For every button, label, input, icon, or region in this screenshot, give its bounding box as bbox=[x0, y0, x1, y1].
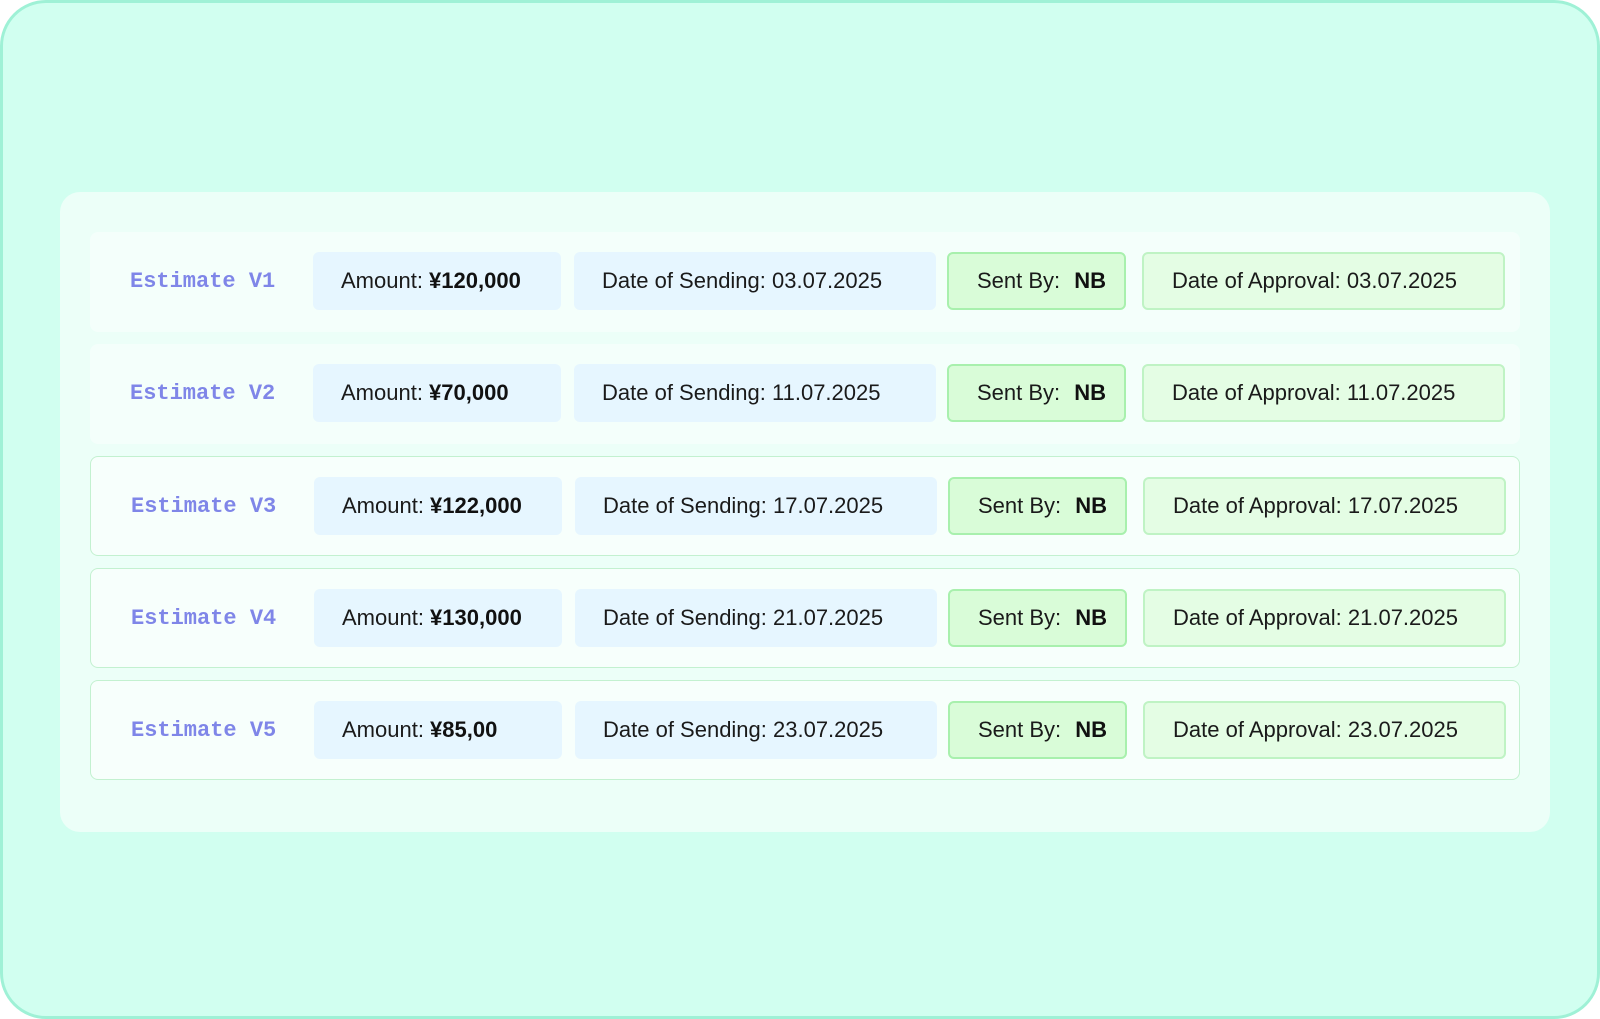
amount-chip: Amount: ¥120,000 bbox=[313, 252, 561, 310]
amount-chip: Amount: ¥85,00 bbox=[314, 701, 562, 759]
estimate-row-v1[interactable]: Estimate V1 Amount: ¥120,000 Date of Sen… bbox=[90, 232, 1520, 332]
amount-label: Amount: bbox=[341, 268, 430, 293]
estimate-label: Estimate V3 bbox=[131, 494, 277, 519]
date-of-sending-chip: Date of Sending: 03.07.2025 bbox=[574, 252, 936, 310]
amount-label: Amount: bbox=[342, 493, 431, 518]
date-of-approval-chip: Date of Approval: 11.07.2025 bbox=[1142, 364, 1505, 422]
date-of-sending-chip: Date of Sending: 23.07.2025 bbox=[575, 701, 937, 759]
estimate-row-v5[interactable]: Estimate V5 Amount: ¥85,00 Date of Sendi… bbox=[90, 680, 1520, 780]
sent-by-chip: Sent By: NB bbox=[948, 589, 1127, 647]
amount-value: ¥130,000 bbox=[430, 605, 522, 630]
sent-by-chip: Sent By: NB bbox=[948, 477, 1127, 535]
date-of-approval-chip: Date of Approval: 17.07.2025 bbox=[1143, 477, 1506, 535]
date-of-sending-chip: Date of Sending: 21.07.2025 bbox=[575, 589, 937, 647]
sent-by-label: Sent By: bbox=[978, 605, 1068, 630]
amount-label: Amount: bbox=[341, 380, 430, 405]
estimate-label: Estimate V4 bbox=[131, 606, 277, 631]
sent-by-chip: Sent By: NB bbox=[947, 252, 1126, 310]
amount-value: ¥120,000 bbox=[429, 268, 521, 293]
amount-chip: Amount: ¥130,000 bbox=[314, 589, 562, 647]
estimate-row-v4[interactable]: Estimate V4 Amount: ¥130,000 Date of Sen… bbox=[90, 568, 1520, 668]
estimate-label: Estimate V1 bbox=[130, 269, 276, 294]
sent-by-label: Sent By: bbox=[978, 717, 1068, 742]
sent-by-label: Sent By: bbox=[977, 380, 1067, 405]
sent-by-label: Sent By: bbox=[977, 268, 1067, 293]
sent-by-value: NB bbox=[1074, 268, 1107, 293]
sent-by-value: NB bbox=[1075, 493, 1108, 518]
amount-chip: Amount: ¥70,000 bbox=[313, 364, 561, 422]
amount-chip: Amount: ¥122,000 bbox=[314, 477, 562, 535]
sent-by-value: NB bbox=[1074, 380, 1107, 405]
sent-by-value: NB bbox=[1075, 605, 1108, 630]
sent-by-value: NB bbox=[1075, 717, 1108, 742]
sent-by-label: Sent By: bbox=[978, 493, 1068, 518]
amount-value: ¥122,000 bbox=[430, 493, 522, 518]
estimate-row-v2[interactable]: Estimate V2 Amount: ¥70,000 Date of Send… bbox=[90, 344, 1520, 444]
date-of-approval-chip: Date of Approval: 23.07.2025 bbox=[1143, 701, 1506, 759]
amount-label: Amount: bbox=[342, 605, 431, 630]
estimate-row-v3[interactable]: Estimate V3 Amount: ¥122,000 Date of Sen… bbox=[90, 456, 1520, 556]
estimate-label: Estimate V2 bbox=[130, 381, 276, 406]
estimate-label: Estimate V5 bbox=[131, 718, 277, 743]
amount-value: ¥85,00 bbox=[430, 717, 498, 742]
date-of-approval-chip: Date of Approval: 21.07.2025 bbox=[1143, 589, 1506, 647]
sent-by-chip: Sent By: NB bbox=[948, 701, 1127, 759]
app-frame: Estimate V1 Amount: ¥120,000 Date of Sen… bbox=[0, 0, 1600, 1019]
amount-label: Amount: bbox=[342, 717, 431, 742]
amount-value: ¥70,000 bbox=[429, 380, 509, 405]
sent-by-chip: Sent By: NB bbox=[947, 364, 1126, 422]
date-of-sending-chip: Date of Sending: 11.07.2025 bbox=[574, 364, 936, 422]
date-of-sending-chip: Date of Sending: 17.07.2025 bbox=[575, 477, 937, 535]
estimates-panel: Estimate V1 Amount: ¥120,000 Date of Sen… bbox=[60, 192, 1550, 832]
date-of-approval-chip: Date of Approval: 03.07.2025 bbox=[1142, 252, 1505, 310]
